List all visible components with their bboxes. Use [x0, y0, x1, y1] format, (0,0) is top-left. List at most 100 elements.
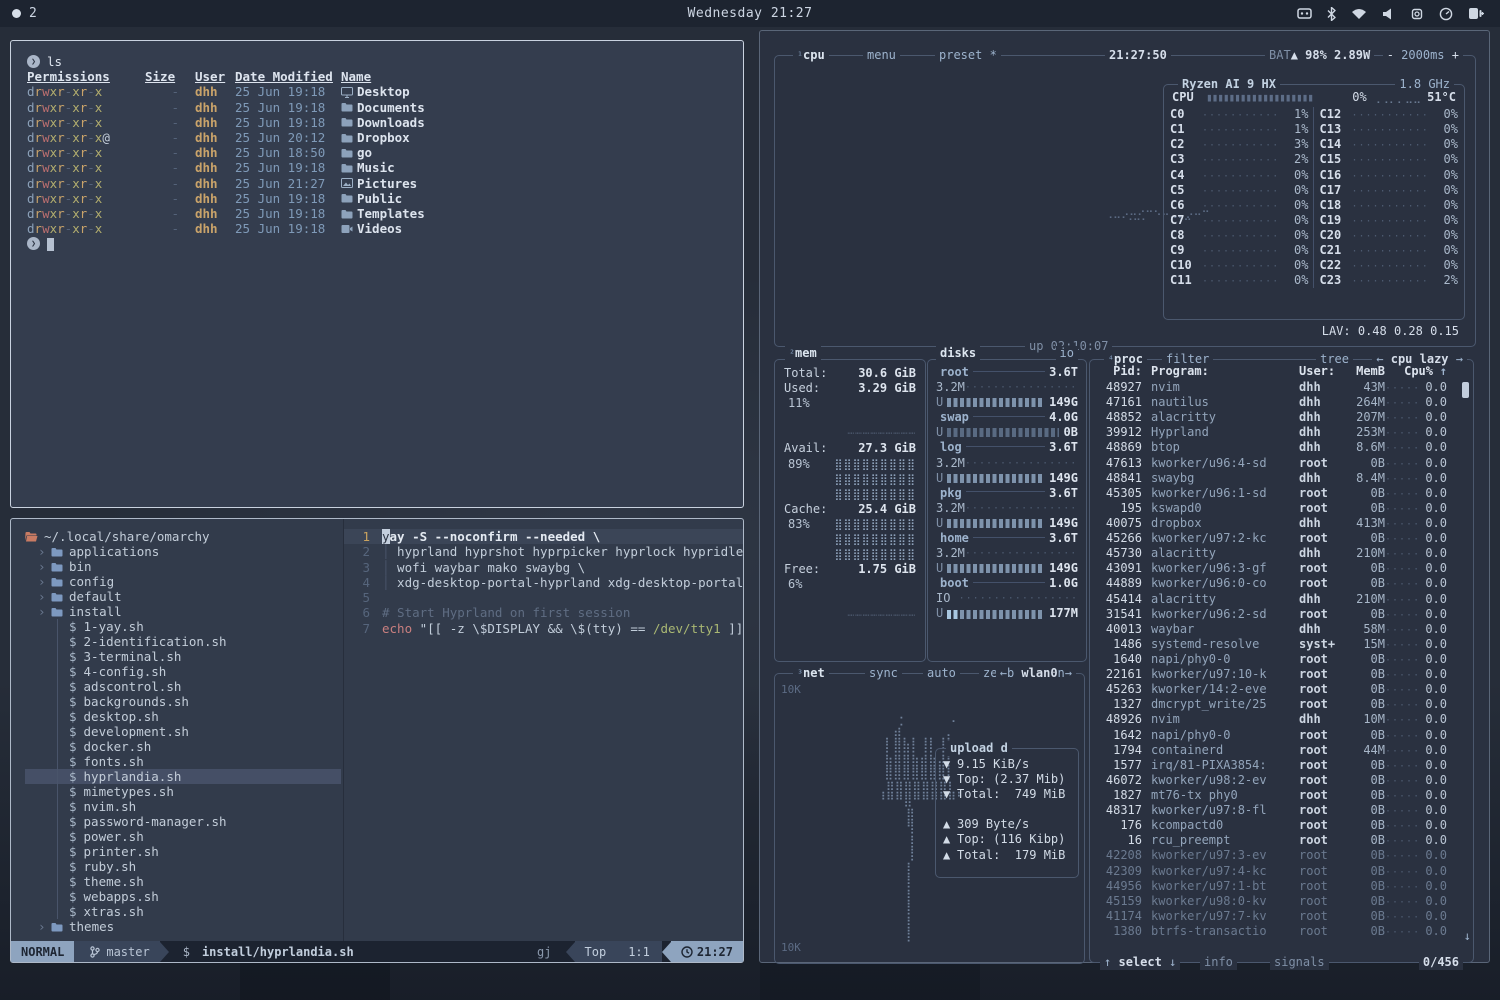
process-row[interactable]: 48841 swaybg dhh 8.4M ········ 0.0 [1098, 471, 1447, 486]
user: dhh [195, 145, 235, 160]
process-row[interactable]: 1794 containerd root 44M ········ 0.0 [1098, 743, 1447, 758]
tree-item[interactable]: › $ docker.sh [25, 739, 343, 754]
tree-item[interactable]: › $ hyprlandia.sh [25, 769, 341, 784]
tree-item[interactable]: › $ 3-terminal.sh [25, 649, 343, 664]
process-row[interactable]: 48869 btop dhh 8.6M ········ 0.0 [1098, 440, 1447, 455]
preset-button[interactable]: preset * [935, 48, 1001, 63]
process-row[interactable]: 1642 napi/phy0-0 root 0B ········ 0.0 [1098, 728, 1447, 743]
sort-arrow-icon: ↑ [1433, 364, 1447, 379]
process-row[interactable]: 1380 btrfs-transactio root 0B ········ 0… [1098, 924, 1447, 939]
tree-item[interactable]: › $ applications [25, 544, 343, 559]
tree-item[interactable]: › $ desktop.sh [25, 709, 343, 724]
process-row[interactable]: 1577 irq/81-PIXA3854: root 0B ········ 0… [1098, 758, 1447, 773]
tree-item[interactable]: › $ install [25, 604, 343, 619]
prompt-line-current[interactable]: ❯ [27, 236, 727, 249]
tab-io[interactable]: io [1056, 346, 1078, 361]
net-interface[interactable]: ←b wlan0n→ [996, 666, 1076, 681]
tree-item[interactable]: › $ bin [25, 559, 343, 574]
process-row[interactable]: 43091 kworker/u96:3-gf root 0B ········ … [1098, 561, 1447, 576]
date-modified: 25 Jun 21:27 [235, 176, 341, 191]
tab-cpu[interactable]: ¹cpu [793, 48, 829, 64]
process-row[interactable]: 48926 nvim dhh 10M ········ 0.0 [1098, 712, 1447, 727]
tree-item[interactable]: › $ power.sh [25, 829, 343, 844]
process-row[interactable]: 176 kcompactd0 root 0B ········ 0.0 [1098, 818, 1447, 833]
proc-select-button[interactable]: ↑ select ↓ [1100, 955, 1180, 970]
net-sync-button[interactable]: sync [865, 666, 902, 681]
process-row[interactable]: 1486 systemd-resolve syst+ 15M ········ … [1098, 637, 1447, 652]
tab-net[interactable]: ³net [793, 666, 829, 682]
process-row[interactable]: 40013 waybar dhh 58M ········ 0.0 [1098, 622, 1447, 637]
process-row[interactable]: 40075 dropbox dhh 413M ········ 0.0 [1098, 516, 1447, 531]
process-row[interactable]: 45159 kworker/u98:0-kv root 0B ········ … [1098, 894, 1447, 909]
ls-row: drwxr-xr-x - dhh 25 Jun 19:18 Templates [27, 206, 727, 221]
process-row[interactable]: 195 kswapd0 root 0B ········ 0.0 [1098, 501, 1447, 516]
process-row[interactable]: 16 rcu_preempt root 0B ········ 0.0 [1098, 833, 1447, 848]
process-row[interactable]: 44889 kworker/u96:0-co root 0B ········ … [1098, 576, 1447, 591]
tree-item[interactable]: › $ fonts.sh [25, 754, 343, 769]
prompt-line: ❯ ls [27, 54, 727, 69]
proc-header[interactable]: Pid: Program: User: MemB Cpu% ↑ [1098, 364, 1447, 379]
core-row: C1 ················ 1% [1170, 122, 1309, 137]
proc-signals-button[interactable]: signals [1270, 955, 1329, 970]
tree-item[interactable]: › $ theme.sh [25, 874, 343, 889]
core-row: C7 ················ 0% [1170, 213, 1309, 228]
tree-item[interactable]: › $ backgrounds.sh [25, 694, 343, 709]
tree-item[interactable]: › $ development.sh [25, 724, 343, 739]
process-row[interactable]: 1827 mt76-tx phy0 root 0B ········ 0.0 [1098, 788, 1447, 803]
process-row[interactable]: 44956 kworker/u97:1-bt root 0B ········ … [1098, 879, 1447, 894]
process-row[interactable]: 45730 alacritty dhh 210M ········ 0.0 [1098, 546, 1447, 561]
process-row[interactable]: 1640 napi/phy0-0 root 0B ········ 0.0 [1098, 652, 1447, 667]
window-neovim[interactable]: › $ ~/.local/share/omarchy › $ applicati… [10, 518, 744, 963]
process-row[interactable]: 41174 kworker/u97:7-kv root 0B ········ … [1098, 909, 1447, 924]
tab-mem[interactable]: ²mem [785, 346, 821, 362]
script-icon: $ [69, 619, 77, 634]
tree-item[interactable]: › $ default [25, 589, 343, 604]
tree-item[interactable]: › $ password-manager.sh [25, 814, 343, 829]
tree-item[interactable]: › $ xtras.sh [25, 904, 343, 919]
process-row[interactable]: 46072 kworker/u98:2-ev root 0B ········ … [1098, 773, 1447, 788]
core-row: C9 ················ 0% [1170, 243, 1309, 258]
tree-item[interactable]: › $ 2-identification.sh [25, 634, 343, 649]
process-row[interactable]: 45414 alacritty dhh 210M ········ 0.0 [1098, 592, 1447, 607]
tree-item[interactable]: › $ printer.sh [25, 844, 343, 859]
tree-item[interactable]: › $ webapps.sh [25, 889, 343, 904]
tree-item[interactable]: › $ nvim.sh [25, 799, 343, 814]
process-row[interactable]: 48317 kworker/u97:8-fl root 0B ········ … [1098, 803, 1447, 818]
process-row[interactable]: 42208 kworker/u97:3-ev root 0B ········ … [1098, 848, 1447, 863]
window-btop[interactable]: ¹cpu menu preset * 21:27:50 BAT▲ 98% 2.8… [759, 30, 1490, 963]
process-row[interactable]: 45305 kworker/u96:1-sd root 0B ········ … [1098, 486, 1447, 501]
process-row[interactable]: 47613 kworker/u96:4-sd root 0B ········ … [1098, 456, 1447, 471]
tab-disks[interactable]: disks [936, 346, 980, 361]
process-row[interactable]: 47161 nautilus dhh 264M ········ 0.0 [1098, 395, 1447, 410]
tree-item[interactable]: › $ 4-config.sh [25, 664, 343, 679]
permissions: drwxr-xr-x [27, 176, 145, 191]
folder-icon [341, 117, 353, 127]
tree-item[interactable]: › $ config [25, 574, 343, 589]
editor-pane[interactable]: 1 yay -S --noconfirm --needed \ 2 │ hypr… [343, 519, 743, 941]
tree-item[interactable]: › $ ruby.sh [25, 859, 343, 874]
tree-item[interactable]: › $ ~/.local/share/omarchy [25, 529, 343, 544]
process-row[interactable]: 1327 dmcrypt_write/25 root 0B ········ 0… [1098, 697, 1447, 712]
process-row[interactable]: 48852 alacritty dhh 207M ········ 0.0 [1098, 410, 1447, 425]
script-icon: $ [69, 874, 77, 889]
tree-item[interactable]: › $ 1-yay.sh [25, 619, 343, 634]
menu-button[interactable]: menu [863, 48, 900, 63]
process-row[interactable]: 45263 kworker/14:2-eve root 0B ········ … [1098, 682, 1447, 697]
tree-item[interactable]: › $ themes [25, 919, 343, 934]
process-row[interactable]: 45266 kworker/u97:2-kc root 0B ········ … [1098, 531, 1447, 546]
update-interval[interactable]: - 2000ms + [1383, 48, 1463, 63]
clock[interactable]: Wednesday 21:27 [0, 6, 1500, 21]
scroll-down-icon[interactable]: ↓ [1464, 929, 1471, 944]
tree-item[interactable]: › $ mimetypes.sh [25, 784, 343, 799]
process-row[interactable]: 22161 kworker/u97:10-k root 0B ········ … [1098, 667, 1447, 682]
net-auto-button[interactable]: auto [923, 666, 960, 681]
tree-item-label: mimetypes.sh [84, 784, 174, 799]
process-row[interactable]: 39912 Hyprland dhh 253M ········ 0.0 [1098, 425, 1447, 440]
proc-info-button[interactable]: info [1200, 955, 1237, 970]
process-row[interactable]: 42309 kworker/u97:4-kc root 0B ········ … [1098, 864, 1447, 879]
proc-scrollbar-thumb[interactable] [1462, 382, 1469, 398]
process-row[interactable]: 48927 nvim dhh 43M ········ 0.0 [1098, 380, 1447, 395]
tree-item[interactable]: › $ adscontrol.sh [25, 679, 343, 694]
process-row[interactable]: 31541 kworker/u96:2-sd root 0B ········ … [1098, 607, 1447, 622]
window-terminal[interactable]: ❯ ls Permissions Size User Date Modified… [10, 40, 744, 508]
